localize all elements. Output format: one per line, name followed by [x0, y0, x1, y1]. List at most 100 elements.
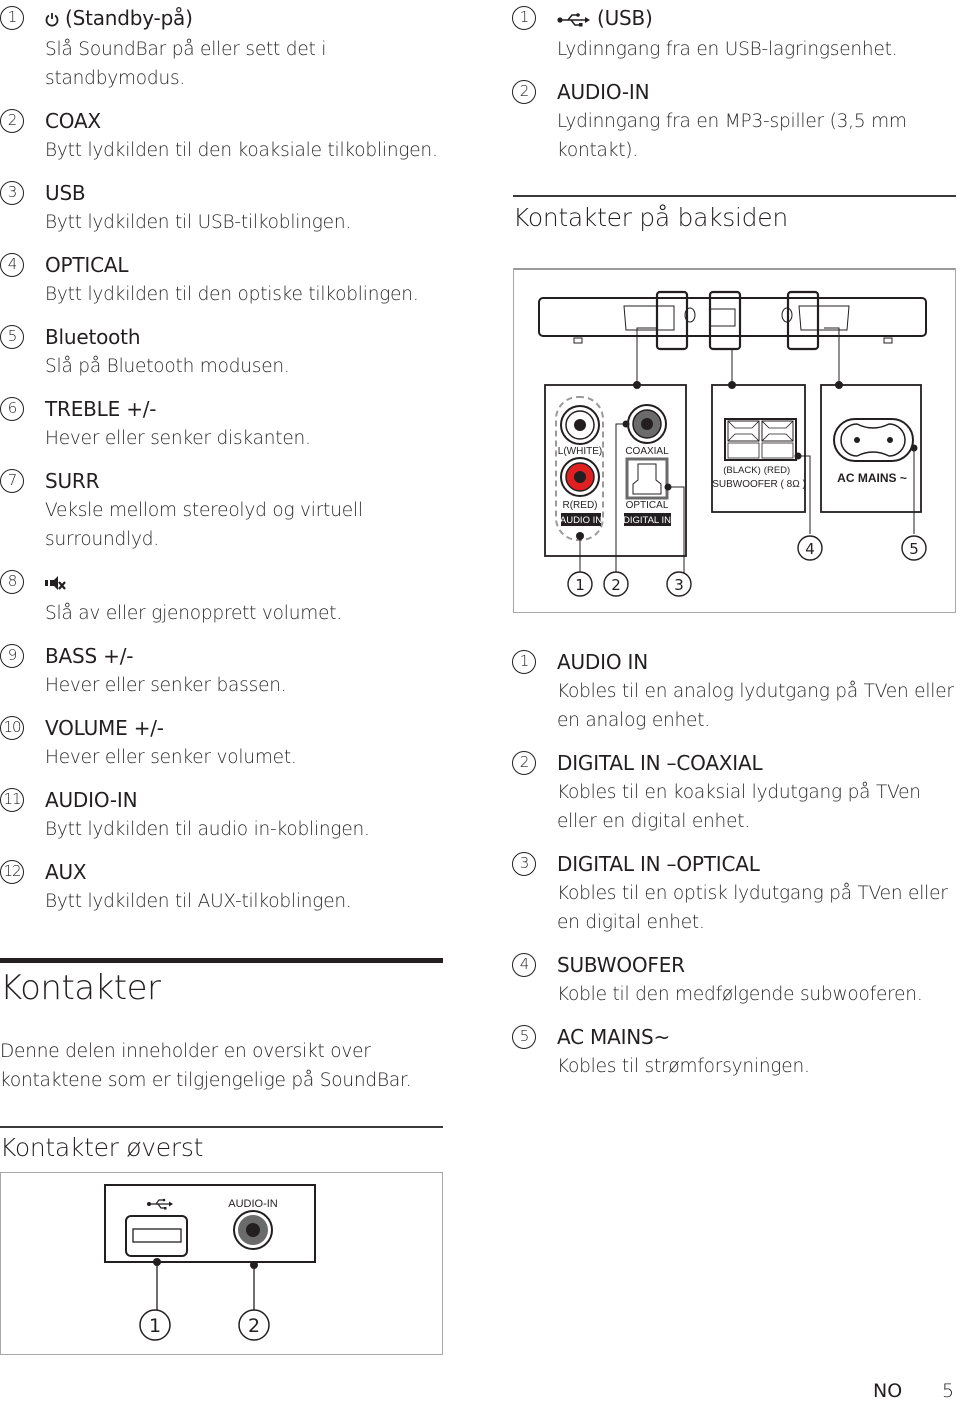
item-description: Slå på Bluetooth modusen.	[45, 356, 290, 377]
callout-number: 4	[0, 253, 24, 277]
item-description: Slå av eller gjenopprett volumet.	[45, 603, 342, 624]
subsection-title-back: Kontakter på baksiden	[513, 203, 788, 232]
list-item: 9 BASS +/- Hever eller senker bassen.	[0, 642, 445, 700]
item-title: (Standby-på)	[65, 6, 193, 30]
list-item: 1 (Standby-på) Slå SoundBar på eller set…	[0, 4, 445, 93]
item-description: Kobles til strømforsyningen.	[557, 1056, 810, 1077]
top-connectors-figure: AUDIO-IN 1 2	[0, 1172, 443, 1355]
list-item: 1 AUDIO IN Kobles til en analog lydutgan…	[512, 648, 960, 735]
section-title: Kontakter	[0, 968, 161, 1008]
callout-1: 1	[575, 576, 585, 594]
callout-number: 10	[0, 716, 24, 740]
list-item: 5 Bluetooth Slå på Bluetooth modusen.	[0, 323, 445, 381]
item-title: DIGITAL IN –OPTICAL	[557, 852, 760, 876]
l-white-label: L(WHITE)	[558, 446, 602, 457]
list-item: 2 AUDIO-IN Lydinngang fra en MP3-spiller…	[512, 78, 960, 165]
subsection-title-top: Kontakter øverst	[0, 1133, 204, 1162]
list-item: 3 USB Bytt lydkilden til USB-tilkoblinge…	[0, 179, 445, 237]
top-connectors-list: 1 (USB) Lydinngang fra en USB-lagringsen…	[512, 0, 960, 179]
page-number: 5	[942, 1380, 955, 1402]
footer-language: NO	[873, 1380, 903, 1402]
callout-2: 2	[611, 576, 621, 594]
item-title: AUDIO-IN	[557, 80, 650, 104]
ac-mains-label: AC MAINS ~	[837, 471, 907, 485]
callout-4: 4	[805, 540, 815, 558]
digital-in-label: DIGITAL IN	[623, 515, 671, 526]
callout-number: 2	[512, 80, 536, 104]
item-title: COAX	[45, 109, 101, 133]
item-title: TREBLE +/-	[45, 397, 157, 421]
callout-number: 11	[0, 788, 24, 812]
item-description: Bytt lydkilden til USB-tilkoblingen.	[45, 212, 352, 233]
item-description: Hever eller senker diskanten.	[45, 428, 311, 449]
section-intro: Denne delen inneholder en oversikt over …	[0, 1041, 412, 1091]
list-item: 4 SUBWOOFER Koble til den medfølgende su…	[512, 951, 960, 1009]
item-title: OPTICAL	[45, 253, 129, 277]
list-item: 11 AUDIO-IN Bytt lydkilden til audio in-…	[0, 786, 445, 844]
usb-icon	[557, 6, 591, 35]
r-red-label: R(RED)	[563, 500, 598, 511]
mute-icon	[45, 570, 67, 599]
list-item: 1 (USB) Lydinngang fra en USB-lagringsen…	[512, 4, 960, 64]
callout-number: 12	[0, 860, 24, 884]
item-description: Koble til den medfølgende subwooferen.	[557, 984, 923, 1005]
back-connectors-figure: L(WHITE) R(RED) AUDIO IN COAXIAL OPTICAL…	[513, 268, 956, 613]
list-item: 10 VOLUME +/- Hever eller senker volumet…	[0, 714, 445, 772]
list-item: 7 SURR Veksle mellom stereolyd og virtue…	[0, 467, 445, 554]
subsection-divider	[0, 1126, 443, 1128]
callout-number: 5	[0, 325, 24, 349]
list-item: 2 COAX Bytt lydkilden til den koaksiale …	[0, 107, 445, 165]
callout-2: 2	[248, 1315, 260, 1337]
item-description: Lydinngang fra en USB-lagringsenhet.	[557, 39, 898, 60]
list-item: 5 AC MAINS~ Kobles til strømforsyningen.	[512, 1023, 960, 1081]
audio-in-label: AUDIO IN	[560, 515, 602, 526]
list-item: 4 OPTICAL Bytt lydkilden til den optiske…	[0, 251, 445, 309]
list-item: 3 DIGITAL IN –OPTICAL Kobles til en opti…	[512, 850, 960, 937]
list-item: 2 DIGITAL IN –COAXIAL Kobles til en koak…	[512, 749, 960, 836]
item-title: AUX	[45, 860, 87, 884]
coaxial-label: COAXIAL	[625, 446, 669, 457]
item-description: Veksle mellom stereolyd og virtuell surr…	[45, 500, 363, 550]
list-item: 8 Slå av eller gjenopprett volumet.	[0, 568, 445, 628]
callout-number: 4	[512, 953, 536, 977]
item-description: Kobles til en analog lydutgang på TVen e…	[557, 681, 954, 731]
soundbar-body	[538, 297, 927, 337]
item-title: AC MAINS~	[557, 1025, 671, 1049]
item-description: Kobles til en koaksial lydutgang på TVen…	[557, 782, 921, 832]
top-panel-diagram: AUDIO-IN 1 2	[104, 1184, 316, 1341]
item-description: Bytt lydkilden til den koaksiale tilkobl…	[45, 140, 438, 161]
back-connectors-list: 1 AUDIO IN Kobles til en analog lydutgan…	[512, 648, 960, 1081]
subsection-divider	[513, 195, 956, 197]
item-title: AUDIO-IN	[45, 788, 138, 812]
list-item: 12 AUX Bytt lydkilden til AUX-tilkobling…	[0, 858, 445, 916]
item-description: Hever eller senker volumet.	[45, 747, 297, 768]
callout-number: 1	[512, 6, 536, 30]
callout-5: 5	[909, 540, 919, 558]
controls-list: 1 (Standby-på) Slå SoundBar på eller set…	[0, 0, 445, 930]
callout-number: 3	[0, 181, 24, 205]
item-title: SUBWOOFER	[557, 953, 685, 977]
black-label: (BLACK)	[723, 465, 760, 476]
callout-number: 1	[512, 650, 536, 674]
section-divider	[0, 958, 443, 963]
callout-3: 3	[674, 576, 684, 594]
callout-number: 2	[512, 751, 536, 775]
item-description: Lydinngang fra en MP3-spiller (3,5 mm ko…	[557, 111, 907, 161]
item-title: SURR	[45, 469, 100, 493]
callout-number: 8	[0, 570, 24, 594]
callout-number: 6	[0, 397, 24, 421]
back-panel-diagram: L(WHITE) R(RED) AUDIO IN COAXIAL OPTICAL…	[538, 290, 927, 597]
subwoofer-label: SUBWOOFER ( 8Ω )	[712, 479, 806, 490]
red-label: (RED)	[764, 465, 790, 476]
power-icon	[45, 6, 59, 35]
item-description: Hever eller senker bassen.	[45, 675, 287, 696]
item-description: Bytt lydkilden til audio in-koblingen.	[45, 819, 370, 840]
item-title: USB	[45, 181, 86, 205]
item-description: Kobles til en optisk lydutgang på TVen e…	[557, 883, 948, 933]
item-description: Bytt lydkilden til den optiske tilkoblin…	[45, 284, 419, 305]
list-item: 6 TREBLE +/- Hever eller senker diskante…	[0, 395, 445, 453]
callout-number: 5	[512, 1025, 536, 1049]
item-title: (USB)	[597, 6, 653, 30]
callout-number: 3	[512, 852, 536, 876]
item-description: Bytt lydkilden til AUX-tilkoblingen.	[45, 891, 352, 912]
